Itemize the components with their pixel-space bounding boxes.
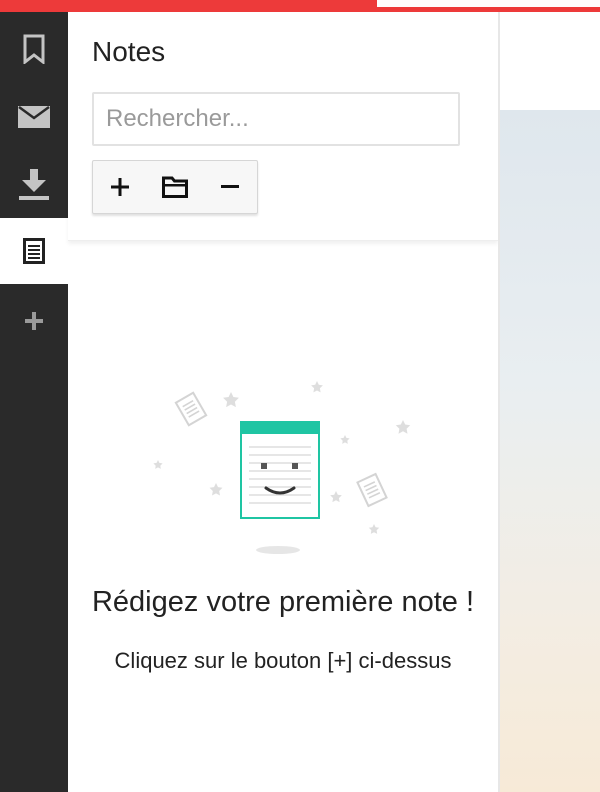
empty-state-subtitle: Cliquez sur le bouton [+] ci-dessus: [114, 648, 452, 673]
sidebar: [0, 12, 68, 792]
star-icon: [395, 420, 411, 434]
web-content: [500, 110, 600, 792]
web-content-top: [500, 12, 600, 110]
browser-top-bar: [0, 0, 375, 12]
notes-icon: [23, 238, 45, 264]
folder-icon: [162, 176, 188, 198]
add-note-button[interactable]: [93, 161, 148, 213]
star-icon: [368, 524, 380, 534]
panel-title: Notes: [92, 36, 166, 67]
star-icon: [153, 460, 163, 469]
star-icon: [330, 491, 342, 503]
star-icon: [340, 435, 350, 444]
star-icon: [311, 381, 323, 393]
notes-panel-header: Notes: [68, 12, 498, 241]
address-bar-edge: [377, 0, 600, 7]
bookmark-icon: [23, 34, 45, 64]
note-shadow: [256, 546, 300, 554]
plus-icon: [25, 312, 43, 330]
download-icon: [19, 169, 49, 200]
remove-note-button[interactable]: [202, 161, 257, 213]
sidebar-item-add-panel[interactable]: [0, 288, 68, 354]
smiling-note-icon: [240, 421, 320, 519]
sidebar-item-mail[interactable]: [0, 84, 68, 150]
notes-toolbar: [92, 160, 258, 214]
mail-icon: [18, 106, 50, 128]
search-input[interactable]: [92, 92, 460, 146]
star-icon: [223, 392, 239, 408]
folder-button[interactable]: [148, 161, 203, 213]
plus-icon: [111, 178, 130, 196]
star-icon: [209, 483, 223, 496]
small-note-icon: [356, 472, 388, 508]
sidebar-item-bookmarks[interactable]: [0, 16, 68, 82]
small-note-icon: [174, 391, 208, 427]
empty-state-title: Rédigez votre première note !: [91, 586, 475, 618]
sidebar-item-notes[interactable]: [0, 218, 68, 284]
minus-icon: [220, 185, 239, 188]
sidebar-item-downloads[interactable]: [0, 152, 68, 218]
empty-notes-illustration: [153, 381, 411, 554]
